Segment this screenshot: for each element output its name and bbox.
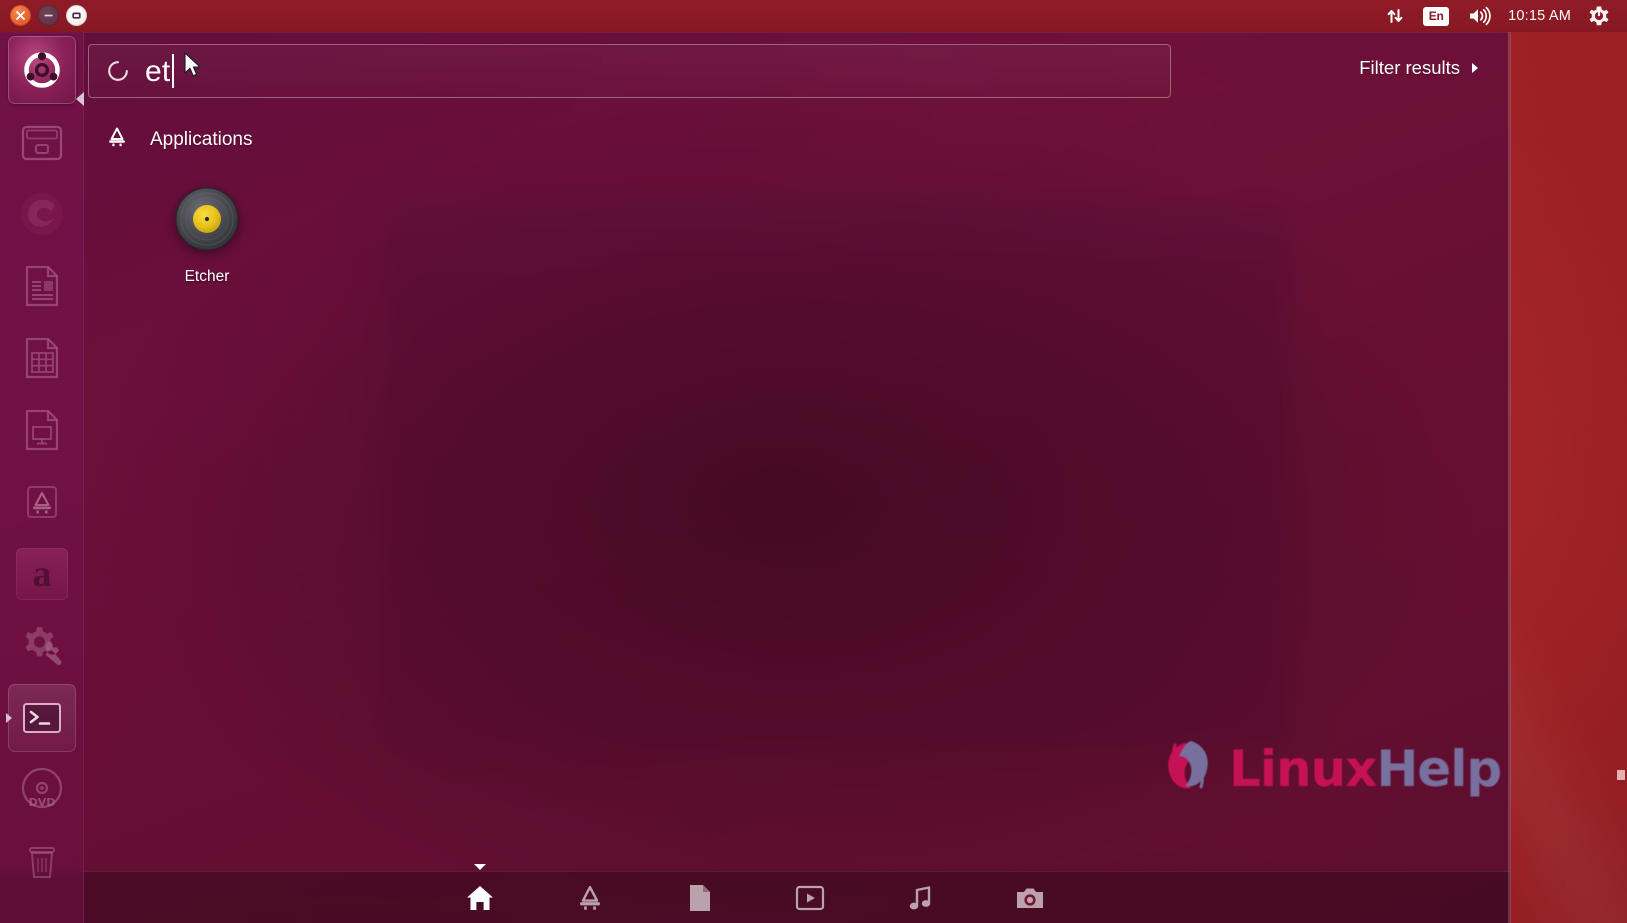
clock-label: 10:15 AM [1508, 8, 1571, 24]
dvd-disc-icon: DVD [16, 764, 68, 816]
etcher-disc-icon [172, 184, 242, 254]
applications-icon [106, 126, 128, 153]
watermark-text-linux: Linux [1229, 739, 1377, 798]
linuxhelp-logo-icon [1155, 733, 1221, 804]
dash-results-grid: Etcher [146, 184, 268, 286]
launcher-settings[interactable] [8, 612, 76, 680]
linuxhelp-watermark: LinuxHelp [1155, 733, 1502, 804]
close-button[interactable] [10, 5, 31, 26]
lens-video[interactable] [793, 881, 827, 915]
lens-photos[interactable] [1013, 881, 1047, 915]
launcher-calc[interactable] [8, 324, 76, 392]
launcher-software[interactable] [8, 468, 76, 536]
filter-results-label: Filter results [1359, 57, 1460, 78]
window-controls [10, 5, 87, 26]
search-input-value[interactable]: et [145, 55, 170, 88]
result-item-etcher[interactable]: Etcher [146, 184, 268, 286]
filter-results-button[interactable]: Filter results [1359, 57, 1480, 79]
result-label: Etcher [184, 268, 230, 285]
launcher-bfb-ubuntu[interactable] [8, 36, 76, 104]
chevron-right-icon [1471, 57, 1480, 79]
running-app-indicator [6, 713, 12, 723]
firefox-icon [16, 188, 68, 240]
lens-applications[interactable] [573, 881, 607, 915]
launcher-writer[interactable] [8, 252, 76, 320]
libreoffice-impress-icon [18, 406, 66, 454]
session-menu-icon[interactable] [1579, 0, 1619, 32]
lens-music[interactable] [903, 881, 937, 915]
libreoffice-writer-icon [18, 262, 66, 310]
dash-lens-bar [0, 863, 1510, 923]
screen-edge-marker [1617, 770, 1625, 780]
launcher-disc[interactable]: DVD [8, 756, 76, 824]
top-panel: En 10:15 AM [0, 0, 1627, 32]
libreoffice-calc-icon [18, 334, 66, 382]
amazon-icon: a [16, 548, 68, 600]
launcher-trash[interactable] [8, 828, 76, 896]
text-caret [172, 54, 175, 88]
clock[interactable]: 10:15 AM [1500, 0, 1579, 32]
category-header-applications[interactable]: Applications [106, 126, 252, 153]
volume-icon[interactable] [1458, 0, 1500, 32]
search-spinner-icon [105, 58, 131, 84]
maximize-button[interactable] [66, 5, 87, 26]
launcher-firefox[interactable] [8, 180, 76, 248]
svg-text:DVD: DVD [29, 796, 56, 809]
lens-files[interactable] [683, 881, 717, 915]
file-manager-icon [17, 117, 67, 167]
ubuntu-logo-icon [20, 48, 64, 92]
launcher-files[interactable] [8, 108, 76, 176]
keyboard-indicator[interactable]: En [1414, 0, 1458, 32]
dash-right-border [1508, 32, 1510, 923]
unity-launcher: a DVD [0, 32, 84, 923]
dash-reveal-arrow-icon [76, 92, 84, 106]
watermark-text-help: Help [1376, 739, 1502, 798]
active-lens-indicator [474, 863, 486, 870]
minimize-button[interactable] [38, 5, 59, 26]
network-icon[interactable] [1376, 0, 1414, 32]
amazon-letter: a [32, 553, 52, 595]
keyboard-layout-label: En [1423, 6, 1450, 26]
trash-icon [19, 839, 65, 885]
dash-search-bar[interactable]: et [88, 44, 1171, 98]
terminal-icon [19, 695, 65, 741]
ubuntu-software-icon [19, 479, 65, 525]
watermark-text: LinuxHelp [1229, 744, 1502, 794]
launcher-impress[interactable] [8, 396, 76, 464]
system-settings-icon [17, 621, 67, 671]
launcher-amazon[interactable]: a [8, 540, 76, 608]
launcher-terminal[interactable] [6, 684, 76, 752]
category-label: Applications [150, 128, 253, 150]
lens-home[interactable] [463, 863, 497, 915]
panel-indicators: En 10:15 AM [1376, 0, 1619, 32]
